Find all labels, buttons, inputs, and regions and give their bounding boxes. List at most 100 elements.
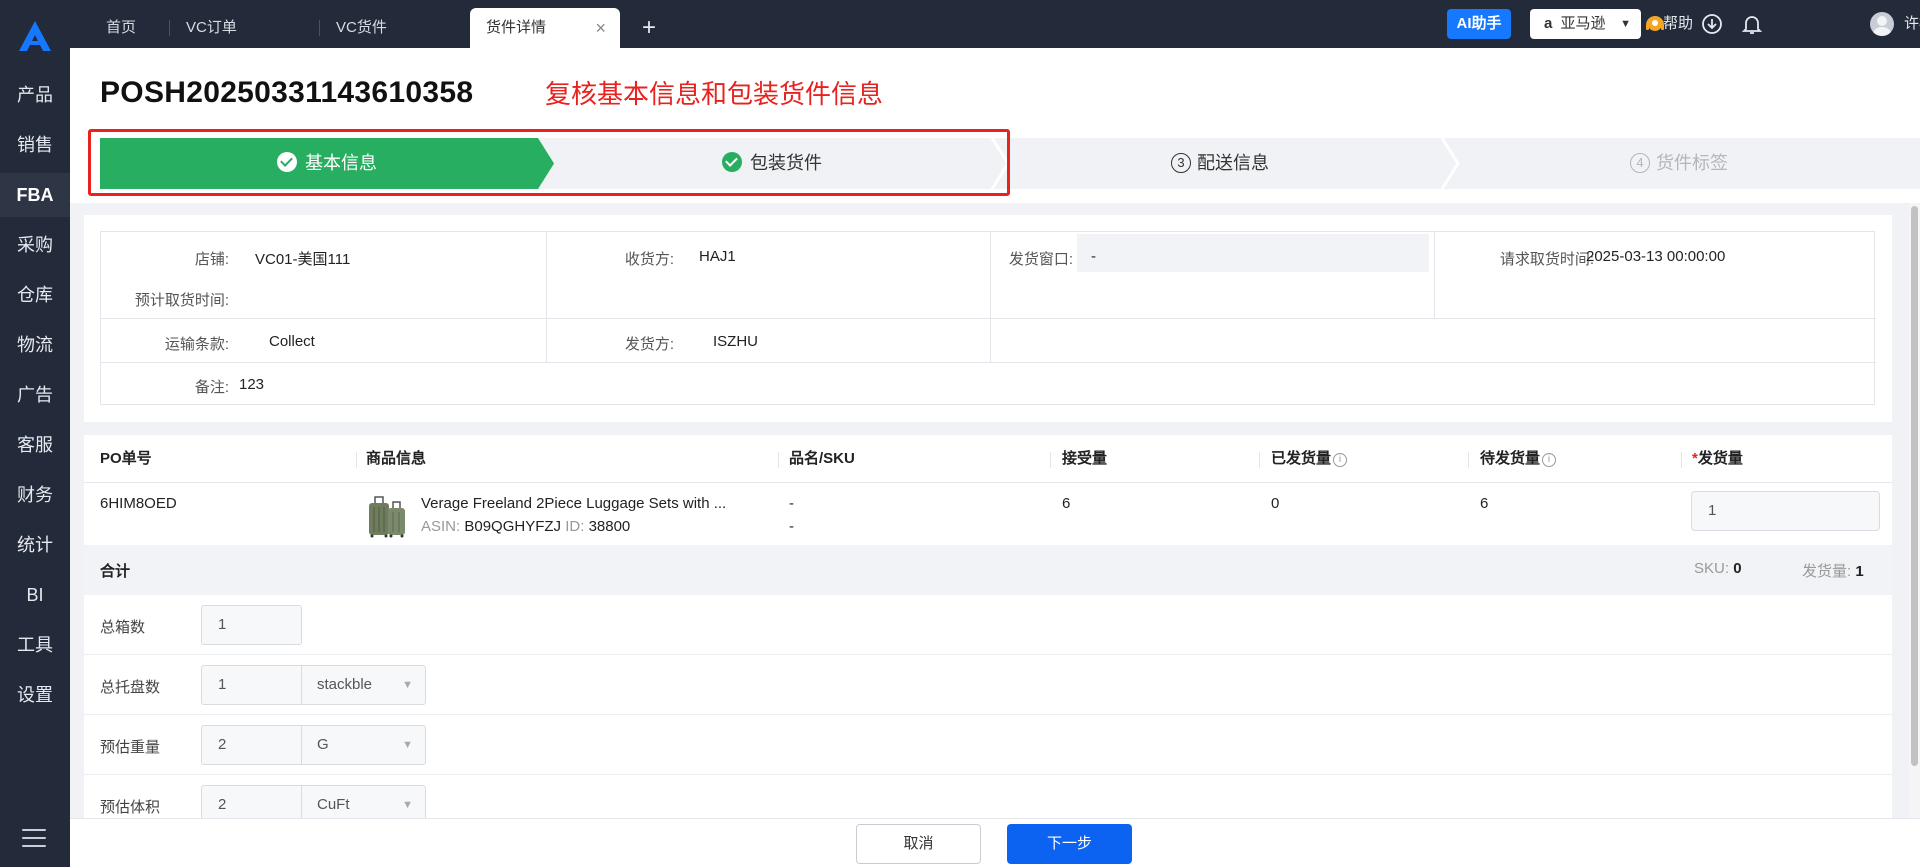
summary-row: 合计 SKU: 0 发货量: 1 [84,545,1892,595]
receiver-label: 收货方: [624,251,674,268]
step-labels: 4 货件标签 [1444,138,1914,189]
vertical-scrollbar[interactable] [1909,203,1920,818]
step-number: 3 [1171,153,1191,173]
step-label: 货件标签 [1656,153,1728,173]
chevron-down-icon: ▼ [402,739,413,751]
window-field [1077,234,1429,272]
tab-label: VC货件 [336,19,387,36]
summary-sku: SKU: 0 [1694,560,1742,577]
volume-unit-value: CuFt [317,796,350,813]
column-header: PO单号 [100,450,152,467]
add-tab-icon[interactable]: + [642,10,656,46]
total-boxes-row: 总箱数 1 [84,595,1892,655]
column-header-label: 发货量 [1697,450,1743,467]
basic-info-grid: 店铺: VC01-美国111 预计取货时间: 收货方: HAJ1 发货窗口: -… [100,231,1876,405]
scrollbar-thumb[interactable] [1911,206,1918,766]
tab-label: 货件详情 [486,19,547,36]
est-weight-row: 预估重量 2 G ▼ [84,715,1892,775]
tab-vc-shipments[interactable]: VC货件 [320,8,470,48]
sidebar-item-tools[interactable]: 工具 [0,623,70,667]
pallet-type-value: stackble [317,676,373,693]
help-link[interactable]: 帮助 [1663,12,1693,36]
summary-sku-value: 0 [1733,560,1742,577]
pickup-req-label: 请求取货时间: [1499,251,1594,268]
info-icon[interactable]: i [1333,453,1348,467]
total-boxes-input[interactable]: 1 [201,605,302,645]
est-weight-label: 预估重量 [100,739,161,756]
column-header: 商品信息 [366,450,427,467]
download-icon[interactable] [1700,12,1724,36]
column-header: 待发货量 i [1480,435,1557,483]
sidebar-item-logistics[interactable]: 物流 [0,323,70,367]
cancel-button[interactable]: 取消 [856,824,981,864]
column-header: *发货量 [1692,435,1743,483]
summary-label: 合计 [100,563,131,580]
sidebar: 产品 销售 FBA 采购 仓库 物流 广告 客服 财务 统计 BI 工具 设置 [0,0,70,867]
amazon-logo-icon: a [1544,15,1553,32]
bell-icon[interactable] [1740,12,1764,36]
sidebar-item-bi[interactable]: BI [0,573,70,617]
est-volume-input[interactable]: 2 [201,785,302,818]
top-bar: 首页 VC订单 VC货件 货件详情 × + AI助手 a 亚马逊 ▼ 帮助 许杨… [70,0,1920,48]
pending-qty: 6 [1480,495,1489,512]
store-label: 亚马逊 [1560,15,1606,32]
sidebar-item-purchase[interactable]: 采购 [0,223,70,267]
chevron-down-icon: ▼ [402,799,413,811]
info-icon[interactable]: i [1542,453,1557,467]
column-header: 接受量 [1062,450,1108,467]
tab-shipment-detail[interactable]: 货件详情 × [470,8,620,48]
sidebar-item-settings[interactable]: 设置 [0,673,70,717]
hamburger-icon[interactable] [22,829,46,849]
sender-value: ISZHU [713,333,758,350]
chevron-down-icon: ▼ [402,679,413,691]
sidebar-item-service[interactable]: 客服 [0,423,70,467]
column-header-label: 待发货量 [1480,450,1541,467]
weight-unit-select[interactable]: G ▼ [301,725,426,765]
footer-actions: 取消 下一步 [70,818,1920,867]
receiver-value: HAJ1 [699,248,736,265]
sidebar-item-ads[interactable]: 广告 [0,373,70,417]
weight-unit-value: G [317,736,329,753]
po-number[interactable]: 6HIM8OED [100,495,177,512]
annotation-highlight-box [88,129,1010,196]
close-icon[interactable]: × [595,8,606,48]
support-agent-icon[interactable] [1643,12,1667,36]
tab-label: 首页 [106,19,137,36]
page-title: POSH20250331143610358 [100,76,474,109]
next-step-button[interactable]: 下一步 [1007,824,1132,864]
step-delivery[interactable]: 3 配送信息 [994,138,1446,189]
asin-value: B09QGHYFZJ [464,518,562,535]
terms-value: Collect [269,333,315,350]
volume-unit-select[interactable]: CuFt ▼ [301,785,426,818]
user-name: 许杨 [1904,15,1920,32]
shipment-items-card: PO单号 商品信息 品名/SKU 接受量 已发货量 i 待发货量 i *发货量 6H… [84,435,1892,818]
total-pallets-input[interactable]: 1 [201,665,302,705]
column-header: 已发货量 i [1271,435,1348,483]
tab-vc-orders[interactable]: VC订单 [170,8,320,48]
product-title[interactable]: Verage Freeland 2Piece Luggage Sets with… [421,495,726,512]
est-weight-input[interactable]: 2 [201,725,302,765]
ship-qty-input[interactable]: 1 [1691,491,1880,531]
sidebar-item-sales[interactable]: 销售 [0,123,70,167]
total-pallets-row: 总托盘数 1 stackble ▼ [84,655,1892,715]
tab-home[interactable]: 首页 [90,8,170,48]
product-name: - [789,495,794,512]
column-header-label: 已发货量 [1271,450,1332,467]
sidebar-item-warehouse[interactable]: 仓库 [0,273,70,317]
store-selector[interactable]: a 亚马逊 ▼ [1530,9,1641,39]
ai-assistant-button[interactable]: AI助手 [1447,9,1511,39]
step-number: 4 [1630,153,1650,173]
window-label: 发货窗口: [1008,251,1073,268]
pallet-type-select[interactable]: stackble ▼ [301,665,426,705]
sidebar-item-finance[interactable]: 财务 [0,473,70,517]
sidebar-item-fba[interactable]: FBA [0,173,70,217]
sidebar-item-product[interactable]: 产品 [0,73,70,117]
summary-qty-value: 1 [1855,563,1864,580]
brand-a-logo[interactable] [17,20,53,52]
sender-label: 发货方: [624,336,674,353]
terms-label: 运输条款: [164,336,229,353]
basic-info-card: 店铺: VC01-美国111 预计取货时间: 收货方: HAJ1 发货窗口: -… [84,215,1892,422]
content-area: 店铺: VC01-美国111 预计取货时间: 收货方: HAJ1 发货窗口: -… [70,203,1910,818]
column-header: 品名/SKU [789,450,855,467]
sidebar-item-stats[interactable]: 统计 [0,523,70,567]
